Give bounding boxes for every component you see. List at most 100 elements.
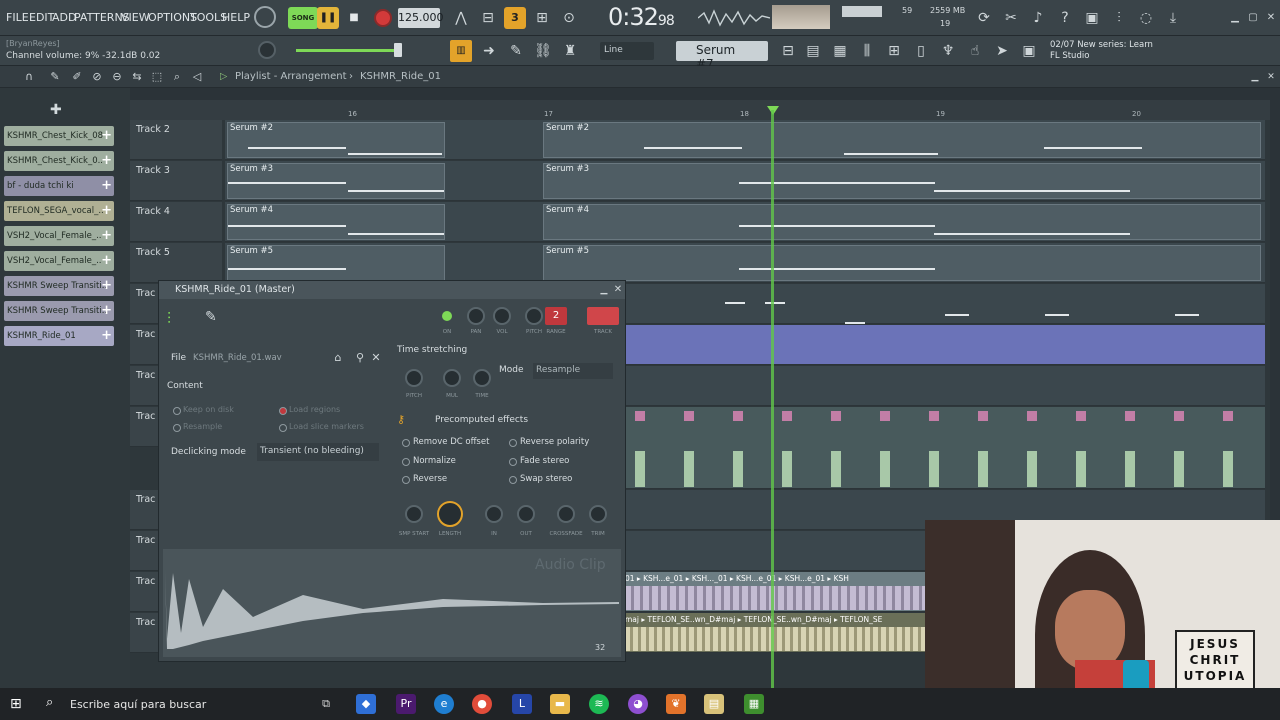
piano-roll-icon[interactable]: ▥ [450, 40, 472, 62]
in-knob[interactable] [485, 505, 503, 523]
help-icon[interactable]: ? [1054, 7, 1076, 29]
picker-item[interactable]: KSHMR Sweep Transiti.. + [4, 301, 114, 321]
save-icon[interactable]: ▣ [1081, 7, 1103, 29]
volume-knob[interactable] [493, 307, 511, 325]
snap-select[interactable]: Line [600, 42, 654, 60]
wrench-icon[interactable]: ✎ [205, 309, 217, 325]
picker-item[interactable]: KSHMR_Chest_Kick_08 + [4, 126, 114, 146]
pattern-clip[interactable]: Serum #4 [227, 204, 445, 240]
close-icon[interactable]: ✕ [1260, 7, 1280, 29]
taskbar-search[interactable]: Escribe aquí para buscar [70, 698, 206, 711]
ts-pitch-knob[interactable] [405, 369, 423, 387]
menu-add[interactable]: ADD [52, 11, 76, 24]
download-icon[interactable]: ⤓ [1162, 7, 1184, 29]
resample-radio[interactable] [173, 424, 181, 432]
track-lane[interactable]: Serum #3 Serum #3 [225, 161, 1265, 201]
zoom-icon[interactable]: ⌕ [166, 66, 188, 88]
fl-studio-icon[interactable]: ❦ [666, 694, 686, 714]
pattern-selector[interactable]: Serum #7 [676, 41, 768, 71]
ts-time-knob[interactable] [473, 369, 491, 387]
load-slice-radio[interactable] [279, 424, 287, 432]
pattern-clip[interactable]: Serum #5 [543, 245, 1261, 281]
track-lane[interactable]: Serum #5 Serum #5 [225, 243, 1265, 283]
pattern-clip[interactable]: Serum #2 [543, 122, 1261, 158]
picker-item[interactable]: KSHMR Sweep Transiti.. + [4, 276, 114, 296]
browser-icon[interactable]: ▯ [910, 40, 932, 62]
pitch-knob[interactable] [525, 307, 543, 325]
pattern-clip[interactable]: Serum #3 [543, 163, 1261, 199]
mute-icon[interactable]: ⊖ [106, 66, 128, 88]
slider-handle[interactable] [394, 43, 402, 57]
news-line2[interactable]: FL Studio [1050, 51, 1089, 61]
link-icon[interactable]: ⛓ [532, 40, 554, 62]
waveform-icon[interactable]: ⫶ [167, 309, 171, 329]
picker-item[interactable]: TEFLON_SEGA_vocal_.. + [4, 201, 114, 221]
wait-input-icon[interactable]: ⊟ [477, 7, 499, 29]
slip-icon[interactable]: ⇆ [126, 66, 148, 88]
declick-select[interactable]: Transient (no bleeding) [257, 443, 379, 461]
plugin-icon[interactable]: ♆ [937, 40, 959, 62]
chat-icon[interactable]: ◌ [1135, 7, 1157, 29]
timeline-ruler[interactable]: 16 17 18 19 20 [130, 100, 1270, 120]
mixer-icon[interactable]: ⫶ [1108, 7, 1130, 29]
paint-icon[interactable]: ✐ [66, 66, 88, 88]
premiere-icon[interactable]: Pr [396, 694, 416, 714]
channel-rack-icon[interactable]: ▦ [829, 40, 851, 62]
length-knob[interactable] [437, 501, 463, 527]
folder-icon[interactable]: ▬ [550, 694, 570, 714]
pattern-clip[interactable]: Serum #3 [227, 163, 445, 199]
plus-icon[interactable]: + [101, 176, 112, 196]
discord-icon[interactable]: ◕ [628, 694, 648, 714]
picker-item[interactable]: VSH2_Vocal_Female_.. + [4, 251, 114, 271]
master-pitch-knob[interactable] [254, 6, 276, 28]
track-lane[interactable]: Serum #4 Serum #4 [225, 202, 1265, 242]
plus-icon[interactable]: + [101, 326, 112, 346]
chrome-icon[interactable]: ● [472, 694, 492, 714]
load-regions-radio[interactable] [279, 407, 287, 415]
step-sequencer-icon[interactable]: ▤ [802, 40, 824, 62]
pattern-clip[interactable]: Serum #4 [543, 204, 1261, 240]
speaker-icon[interactable]: ◁ [186, 66, 208, 88]
record-button[interactable] [374, 9, 392, 27]
master-volume-knob[interactable] [258, 41, 276, 59]
folder-icon[interactable]: ⌂ [327, 347, 349, 369]
trim-knob[interactable] [589, 505, 607, 523]
smp-start-knob[interactable] [405, 505, 423, 523]
plus-icon[interactable]: + [101, 276, 112, 296]
minecraft-icon[interactable]: ▦ [744, 694, 764, 714]
plus-icon[interactable]: + [101, 126, 112, 146]
app-icon[interactable]: ◆ [356, 694, 376, 714]
blend-notes-icon[interactable]: ⊞ [531, 7, 553, 29]
ts-mul-knob[interactable] [443, 369, 461, 387]
plus-icon[interactable]: + [101, 151, 112, 171]
pencil-tool-icon[interactable]: ✎ [44, 66, 66, 88]
picker-item[interactable]: bf - duda tchi ki + [4, 176, 114, 196]
pattern-clip[interactable]: Serum #5 [227, 245, 445, 281]
playlist-close-icon[interactable]: ✕ [1260, 66, 1280, 88]
plus-icon[interactable]: + [101, 201, 112, 221]
select-icon[interactable]: ⬚ [146, 66, 168, 88]
menu-view[interactable]: VIEW [121, 11, 150, 24]
menu-file[interactable]: FILE [6, 11, 29, 24]
render-icon[interactable]: ➤ [991, 40, 1013, 62]
picker-item[interactable]: KSHMR_Chest_Kick_0.. + [4, 151, 114, 171]
audio-clip-row[interactable]: maj ▸ TEFLON_SE..wn_D#maj ▸ TEFLON_SE..w… [625, 615, 925, 625]
playlist-icon[interactable]: ⊟ [777, 40, 799, 62]
picker-item-selected[interactable]: KSHMR_Ride_01 + [4, 326, 114, 346]
track-header[interactable]: Track 5 [130, 243, 222, 283]
pan-knob[interactable] [467, 307, 485, 325]
track-selector[interactable] [587, 307, 619, 325]
windows-start-icon[interactable]: ⊞ [10, 696, 22, 712]
tree-icon[interactable]: ⊞ [883, 40, 905, 62]
add-icon[interactable]: ✚ [50, 102, 62, 118]
delete-icon[interactable]: ⊘ [86, 66, 108, 88]
menu-help[interactable]: HELP [222, 11, 250, 24]
refresh-icon[interactable]: ⟳ [973, 7, 995, 29]
on-led[interactable] [442, 311, 452, 321]
crossfade-knob[interactable] [557, 505, 575, 523]
audio-clip-row[interactable]: 01 ▸ KSH...e_01 ▸ KSH..._01 ▸ KSH...e_01… [625, 574, 925, 584]
effect-radio[interactable] [402, 458, 410, 466]
mode-select[interactable]: Resample [533, 363, 613, 379]
edge-icon[interactable]: e [434, 694, 454, 714]
track-header[interactable]: Track 4 [130, 202, 222, 242]
